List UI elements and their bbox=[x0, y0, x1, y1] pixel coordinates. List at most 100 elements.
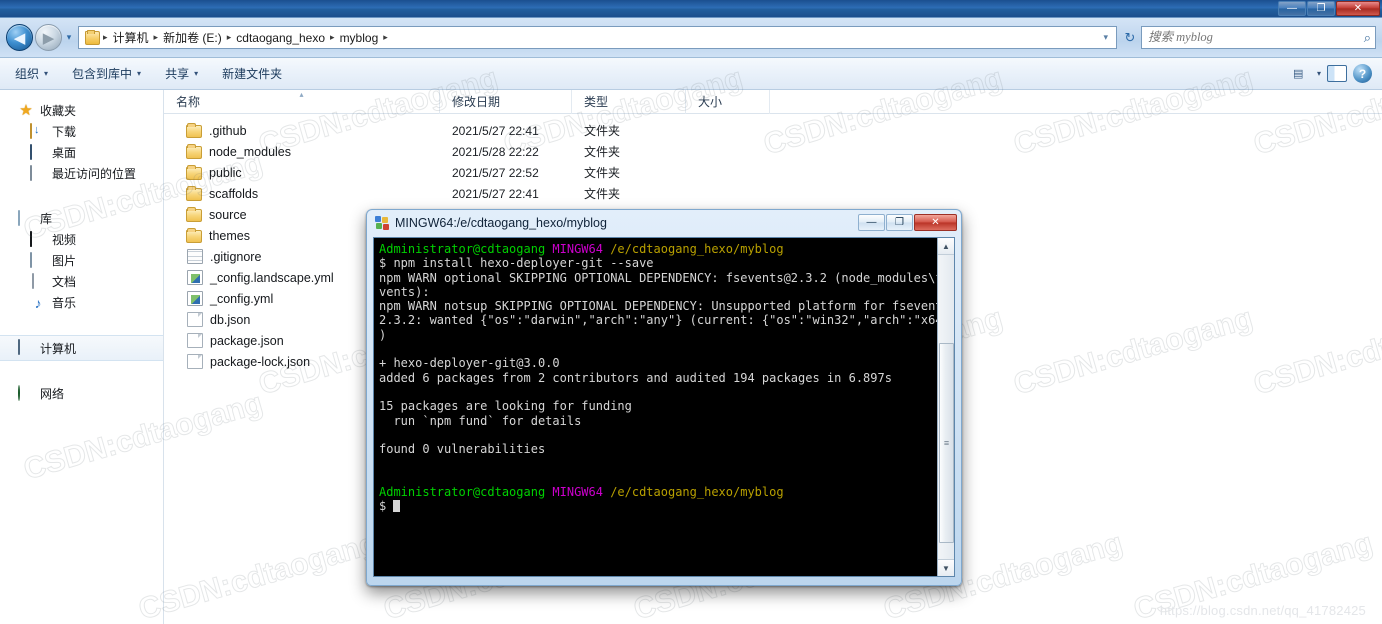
sidebar-item-libraries[interactable]: 库 bbox=[0, 208, 163, 229]
yml-file-icon bbox=[187, 291, 203, 306]
file-name-label: themes bbox=[209, 228, 250, 243]
history-dropdown-icon[interactable]: ▾ bbox=[62, 32, 76, 43]
maximize-button[interactable]: ❐ bbox=[1307, 1, 1335, 16]
sidebar-item-music[interactable]: ♪ 音乐 bbox=[0, 292, 163, 313]
view-options-icon[interactable]: ▤ bbox=[1293, 66, 1311, 82]
table-row[interactable]: scaffolds 2021/5/27 22:41 文件夹 bbox=[164, 183, 1382, 204]
file-name-cell[interactable]: public bbox=[164, 165, 440, 180]
sidebar-item-computer[interactable]: 计算机 bbox=[0, 335, 163, 361]
sidebar-item-documents[interactable]: 文档 bbox=[0, 271, 163, 292]
sidebar-item-videos[interactable]: 视频 bbox=[0, 229, 163, 250]
toolbar-organize-label: 组织 bbox=[15, 67, 40, 81]
folder-icon bbox=[186, 207, 202, 222]
search-input[interactable] bbox=[1146, 29, 1364, 46]
sidebar-item-label: 视频 bbox=[52, 233, 77, 247]
file-name-cell[interactable]: .github bbox=[164, 123, 440, 138]
table-row[interactable]: public 2021/5/27 22:52 文件夹 bbox=[164, 162, 1382, 183]
blog-url-watermark: https://blog.csdn.net/qq_41782425 bbox=[1159, 603, 1366, 618]
sidebar-item-recent-places[interactable]: 最近访问的位置 bbox=[0, 163, 163, 184]
sidebar-item-downloads[interactable]: 下载 bbox=[0, 121, 163, 142]
sidebar-item-label: 收藏夹 bbox=[40, 104, 77, 118]
toolbar-new-folder-button[interactable]: 新建文件夹 bbox=[213, 61, 291, 86]
table-row[interactable]: node_modules 2021/5/28 22:22 文件夹 bbox=[164, 141, 1382, 162]
sidebar-item-desktop[interactable]: 桌面 bbox=[0, 142, 163, 163]
file-date-cell: 2021/5/27 22:41 bbox=[452, 123, 539, 138]
column-header-size[interactable]: 大小 bbox=[686, 89, 770, 114]
scrollbar-thumb[interactable] bbox=[939, 343, 954, 543]
address-bar[interactable]: ▸ 计算机 ▸ 新加卷 (E:) ▸ cdtaogang_hexo ▸ mybl… bbox=[78, 26, 1117, 49]
sidebar-item-label: 图片 bbox=[52, 254, 77, 268]
column-header-date[interactable]: 修改日期 bbox=[440, 89, 572, 114]
downloads-icon bbox=[30, 122, 46, 140]
toolbar-include-in-library-button[interactable]: 包含到库中 ▾ bbox=[63, 61, 150, 86]
library-icon bbox=[18, 209, 34, 227]
breadcrumb-item-3[interactable]: myblog bbox=[336, 31, 383, 45]
sidebar-item-label: 计算机 bbox=[40, 341, 77, 356]
column-header-type[interactable]: 类型 bbox=[572, 89, 686, 114]
refresh-icon[interactable]: ↻ bbox=[1119, 26, 1141, 49]
file-name-label: _config.yml bbox=[210, 291, 274, 306]
column-header-filler bbox=[770, 90, 1382, 114]
navigation-bar: ◀ ▶ ▾ ▸ 计算机 ▸ 新加卷 (E:) ▸ cdtaogang_hexo … bbox=[0, 18, 1382, 58]
sidebar-item-label: 下载 bbox=[52, 125, 77, 139]
terminal-close-button[interactable]: ✕ bbox=[914, 214, 957, 231]
tree-group-favorites: ★ 收藏夹 下载 桌面 最近访问的位置 bbox=[0, 100, 163, 184]
terminal-maximize-button[interactable]: ❐ bbox=[886, 214, 913, 231]
terminal-output[interactable]: Administrator@cdtaogang MINGW64 /e/cdtao… bbox=[374, 238, 937, 576]
terminal-line: vents): bbox=[379, 285, 937, 299]
toolbar-organize-button[interactable]: 组织 ▾ bbox=[6, 61, 57, 86]
navigation-pane: ★ 收藏夹 下载 桌面 最近访问的位置 bbox=[0, 90, 164, 624]
chevron-down-icon[interactable]: ▾ bbox=[1098, 32, 1113, 43]
minimize-button[interactable]: — bbox=[1278, 1, 1306, 16]
music-icon: ♪ bbox=[34, 294, 42, 311]
preview-pane-icon[interactable] bbox=[1327, 65, 1347, 82]
file-name-cell[interactable]: scaffolds bbox=[164, 186, 440, 201]
sidebar-item-pictures[interactable]: 图片 bbox=[0, 250, 163, 271]
sidebar-item-network[interactable]: 网络 bbox=[0, 383, 163, 404]
column-header-size-label: 大小 bbox=[698, 95, 723, 109]
explorer-window-controls: — ❐ ✕ bbox=[1278, 1, 1380, 16]
terminal-text: Administrator@cdtaogang bbox=[379, 242, 553, 256]
scroll-up-arrow-icon[interactable]: ▲ bbox=[937, 238, 954, 255]
terminal-title-label: MINGW64:/e/cdtaogang_hexo/myblog bbox=[395, 215, 607, 230]
search-box[interactable]: ⌕ bbox=[1141, 26, 1376, 49]
forward-button[interactable]: ▶ bbox=[35, 24, 62, 51]
terminal-cursor bbox=[393, 500, 401, 513]
terminal-text: 2.3.2: wanted {"os":"darwin","arch":"any… bbox=[379, 313, 937, 328]
terminal-line: 2.3.2: wanted {"os":"darwin","arch":"any… bbox=[379, 313, 937, 327]
toolbar-right-group: ▤ ▾ ? bbox=[1293, 64, 1382, 83]
table-row[interactable]: .github 2021/5/27 22:41 文件夹 bbox=[164, 120, 1382, 141]
terminal-text: 15 packages are looking for funding bbox=[379, 399, 632, 414]
column-header-name[interactable]: ▴ 名称 bbox=[164, 89, 440, 114]
terminal-text: vents): bbox=[379, 284, 430, 299]
back-button[interactable]: ◀ bbox=[6, 24, 33, 51]
mingw64-terminal-window: MINGW64:/e/cdtaogang_hexo/myblog — ❐ ✕ A… bbox=[366, 209, 962, 586]
file-type-cell: 文件夹 bbox=[584, 187, 621, 201]
terminal-text: npm WARN optional SKIPPING OPTIONAL DEPE… bbox=[379, 270, 937, 285]
toolbar-share-button[interactable]: 共享 ▾ bbox=[156, 61, 207, 86]
terminal-text: run `npm fund` for details bbox=[379, 413, 582, 428]
breadcrumb-separator-4: ▸ bbox=[383, 32, 388, 42]
file-name-cell[interactable]: node_modules bbox=[164, 144, 440, 159]
breadcrumb-item-0[interactable]: 计算机 bbox=[109, 29, 153, 46]
file-name-label: .github bbox=[209, 123, 247, 138]
folder-icon bbox=[186, 165, 202, 180]
sidebar-item-favorites[interactable]: ★ 收藏夹 bbox=[0, 100, 163, 121]
chevron-down-icon[interactable]: ▾ bbox=[1317, 69, 1321, 78]
breadcrumb-item-2[interactable]: cdtaogang_hexo bbox=[232, 31, 329, 45]
breadcrumb-item-1[interactable]: 新加卷 (E:) bbox=[159, 29, 226, 46]
help-icon[interactable]: ? bbox=[1353, 64, 1372, 83]
file-name-label: package.json bbox=[210, 333, 284, 348]
file-name-label: source bbox=[209, 207, 247, 222]
terminal-scrollbar[interactable]: ▲ ▼ bbox=[937, 238, 954, 576]
toolbar-new-folder-label: 新建文件夹 bbox=[222, 67, 283, 81]
chevron-down-icon: ▾ bbox=[44, 69, 49, 78]
search-icon[interactable]: ⌕ bbox=[1364, 30, 1371, 46]
terminal-text: added 6 packages from 2 contributors and… bbox=[379, 370, 892, 385]
close-button[interactable]: ✕ bbox=[1336, 1, 1380, 16]
file-list-header: ▴ 名称 修改日期 类型 大小 bbox=[164, 89, 1382, 114]
terminal-minimize-button[interactable]: — bbox=[858, 214, 885, 231]
scroll-down-arrow-icon[interactable]: ▼ bbox=[937, 559, 954, 576]
